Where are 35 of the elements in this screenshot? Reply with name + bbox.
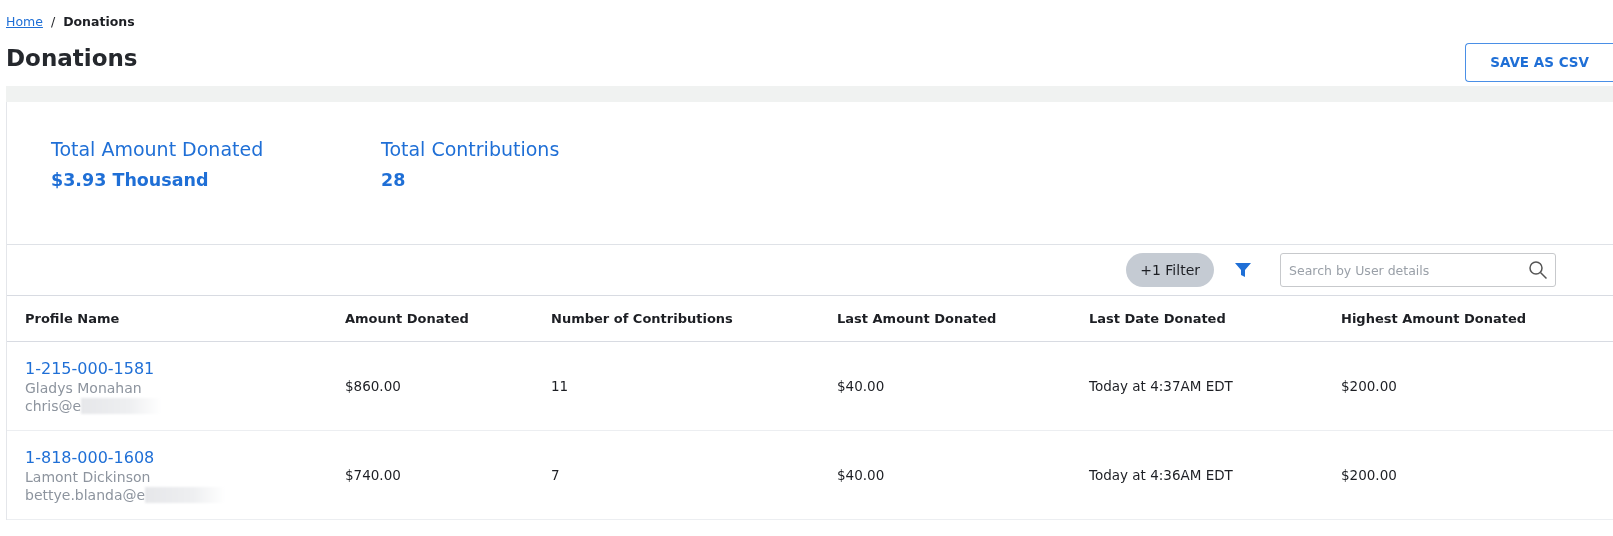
table-cell-text: 7 bbox=[551, 467, 561, 483]
profile-link[interactable]: 1-215-000-1581 bbox=[25, 358, 155, 378]
breadcrumb-separator: / bbox=[50, 13, 56, 29]
stat-label: Total Contributions bbox=[381, 138, 561, 160]
filter-icon[interactable] bbox=[1234, 261, 1252, 279]
search-field[interactable]: Search by User details bbox=[1280, 253, 1556, 287]
table-cell-text: Today at 4:36AM EDT bbox=[1089, 467, 1234, 483]
breadcrumb-current: Donations bbox=[63, 13, 135, 29]
column-header: Profile Name bbox=[25, 311, 121, 326]
column-header: Highest Amount Donated bbox=[1341, 311, 1528, 326]
save-csv-button[interactable]: SAVE AS CSV bbox=[1465, 42, 1613, 82]
search-icon[interactable] bbox=[1528, 260, 1548, 280]
column-header: Last Amount Donated bbox=[837, 311, 998, 326]
profile-email: bettye.blanda@e bbox=[25, 486, 146, 503]
column-header: Number of Contributions bbox=[551, 311, 734, 326]
table-cell-text: $860.00 bbox=[345, 378, 402, 394]
page-title: Donations bbox=[6, 45, 138, 71]
filter-chip[interactable]: +1 Filter bbox=[1126, 253, 1214, 287]
profile-name: Lamont Dickinson bbox=[25, 468, 152, 485]
table-cell-text: $40.00 bbox=[837, 378, 886, 394]
breadcrumb-link[interactable]: Home bbox=[6, 13, 43, 29]
column-header: Amount Donated bbox=[345, 311, 470, 326]
profile-link[interactable]: 1-818-000-1608 bbox=[25, 447, 155, 467]
table-cell-text: $740.00 bbox=[345, 467, 402, 483]
stat-label: Total Amount Donated bbox=[51, 138, 265, 160]
table-cell-text: $200.00 bbox=[1341, 378, 1398, 394]
table-cell-text: 11 bbox=[551, 378, 570, 394]
table-cell-text: $40.00 bbox=[837, 467, 886, 483]
column-header: Last Date Donated bbox=[1089, 311, 1227, 326]
table-cell-text: Today at 4:37AM EDT bbox=[1089, 378, 1234, 394]
table-cell-text: $200.00 bbox=[1341, 467, 1398, 483]
profile-name: Gladys Monahan bbox=[25, 379, 143, 396]
stat-value: 28 bbox=[381, 170, 407, 190]
stat-value: $3.93 Thousand bbox=[51, 170, 210, 190]
profile-email: chris@e bbox=[25, 397, 82, 414]
